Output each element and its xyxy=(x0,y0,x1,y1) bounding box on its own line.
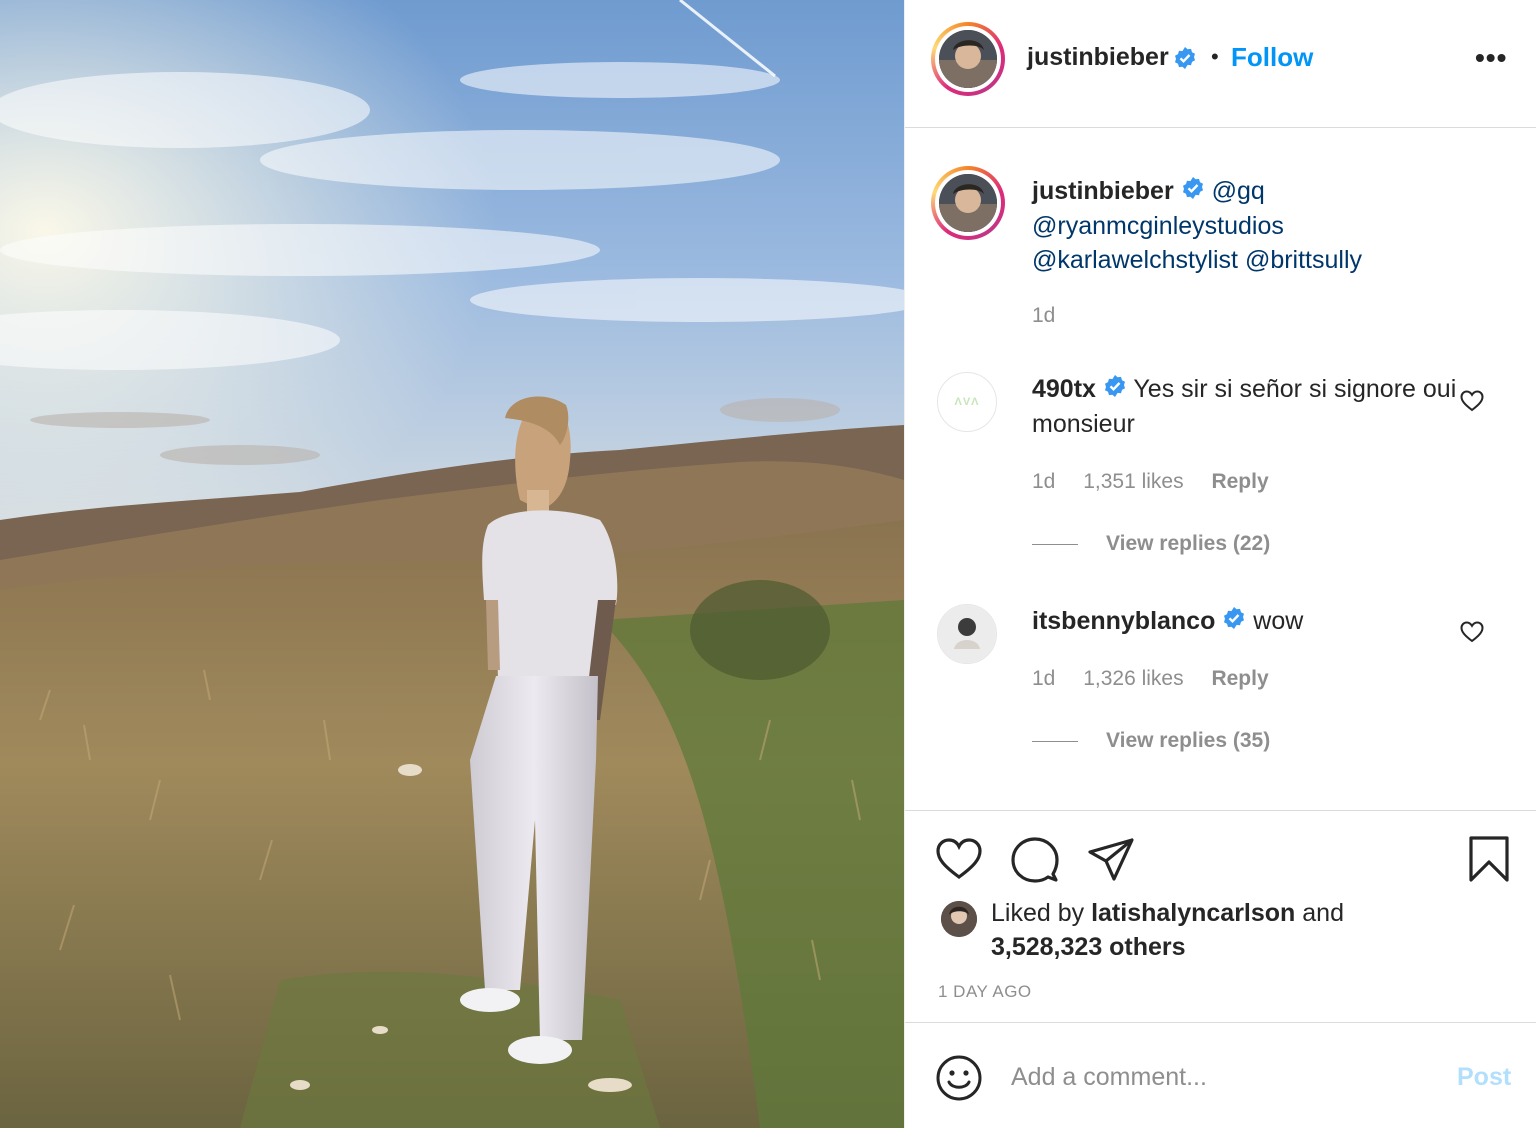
comment-likes[interactable]: 1,326 likes xyxy=(1083,667,1183,690)
comment-meta: 1d 1,326 likes Reply xyxy=(1032,667,1291,691)
replies-divider xyxy=(1032,740,1078,742)
liked-by-prefix: Liked by xyxy=(991,899,1085,927)
verified-badge-icon xyxy=(1181,175,1205,209)
comment-username[interactable]: itsbennyblanco xyxy=(1032,607,1215,635)
mention-link[interactable]: @brittsully xyxy=(1245,246,1362,274)
comment-input[interactable] xyxy=(1011,1057,1431,1097)
post-header: justinbieber • Follow ••• xyxy=(905,0,1536,128)
author-avatar[interactable] xyxy=(931,22,1005,96)
mention-link[interactable]: @karlawelchstylist xyxy=(1032,246,1238,274)
comment-body: wow xyxy=(1253,607,1304,635)
comment-username[interactable]: 490tx xyxy=(1032,375,1096,403)
comment-body: Yes sir si señor si signore oui monsieur xyxy=(1032,375,1457,439)
replies-divider xyxy=(1032,543,1078,545)
verified-badge-icon xyxy=(1173,46,1197,75)
liker-avatar-image xyxy=(941,901,977,937)
post-button[interactable]: Post xyxy=(1457,1063,1511,1092)
caption-avatar-image xyxy=(939,174,997,232)
comments-list[interactable]: justinbieber @gq @ryanmcginleystudios @k… xyxy=(905,128,1536,810)
comment-bubble-icon[interactable] xyxy=(1011,837,1059,883)
mention-link[interactable]: @gq xyxy=(1212,177,1265,205)
comment-time[interactable]: 1d xyxy=(1032,667,1055,690)
author-avatar-image xyxy=(939,30,997,88)
post-image xyxy=(0,0,904,1128)
bookmark-icon[interactable] xyxy=(1468,835,1510,883)
likes-count[interactable]: 3,528,323 others xyxy=(991,933,1186,961)
view-replies-button[interactable]: View replies (35) xyxy=(1032,729,1270,753)
view-replies-button[interactable]: View replies (22) xyxy=(1032,532,1270,556)
header-username[interactable]: justinbieber xyxy=(1027,43,1169,71)
post-actions: Liked by latishalyncarlson and 3,528,323… xyxy=(905,810,1536,1022)
liked-by-and: and xyxy=(1302,899,1344,927)
comment: 490tx Yes sir si señor si signore oui mo… xyxy=(1032,372,1462,441)
add-comment-bar: Post xyxy=(905,1022,1536,1128)
caption-username[interactable]: justinbieber xyxy=(1032,177,1174,205)
mention-link[interactable]: @ryanmcginleystudios xyxy=(1032,212,1284,240)
header-separator: • xyxy=(1211,44,1219,69)
post-details-panel: justinbieber • Follow ••• justinbieber @… xyxy=(904,0,1536,1128)
comment-avatar-image xyxy=(938,605,996,663)
comment-time[interactable]: 1d xyxy=(1032,470,1055,493)
comment-likes[interactable]: 1,351 likes xyxy=(1083,470,1183,493)
verified-badge-icon xyxy=(1222,605,1246,639)
paper-plane-icon[interactable] xyxy=(1087,837,1135,883)
post-photo[interactable] xyxy=(0,0,904,1128)
view-replies-label: View replies (22) xyxy=(1106,532,1271,555)
more-options-icon[interactable]: ••• xyxy=(1475,44,1507,72)
liker-avatar[interactable] xyxy=(941,901,977,937)
follow-button[interactable]: Follow xyxy=(1231,42,1313,73)
caption: justinbieber @gq @ryanmcginleystudios @k… xyxy=(1032,174,1472,277)
comment-like-icon[interactable] xyxy=(1460,621,1484,643)
comment: itsbennyblanco wow xyxy=(1032,604,1462,639)
liker-username[interactable]: latishalyncarlson xyxy=(1091,899,1295,927)
comment-avatar-logo: ΛVΛ xyxy=(954,396,980,408)
comment-avatar[interactable] xyxy=(937,604,997,664)
caption-avatar[interactable] xyxy=(931,166,1005,240)
caption-time[interactable]: 1d xyxy=(1032,304,1055,328)
verified-badge-icon xyxy=(1103,373,1127,407)
view-replies-label: View replies (35) xyxy=(1106,729,1271,752)
header-username-row: justinbieber xyxy=(1027,43,1197,75)
heart-icon[interactable] xyxy=(935,837,983,881)
comment-avatar[interactable]: ΛVΛ xyxy=(937,372,997,432)
comment-meta: 1d 1,351 likes Reply xyxy=(1032,470,1291,494)
smiley-icon[interactable] xyxy=(936,1055,982,1101)
reply-button[interactable]: Reply xyxy=(1211,470,1268,493)
liked-by-text: Liked by latishalyncarlson and 3,528,323… xyxy=(991,896,1431,964)
reply-button[interactable]: Reply xyxy=(1211,667,1268,690)
comment-like-icon[interactable] xyxy=(1460,390,1484,412)
post-timestamp[interactable]: 1 DAY AGO xyxy=(938,982,1032,1002)
